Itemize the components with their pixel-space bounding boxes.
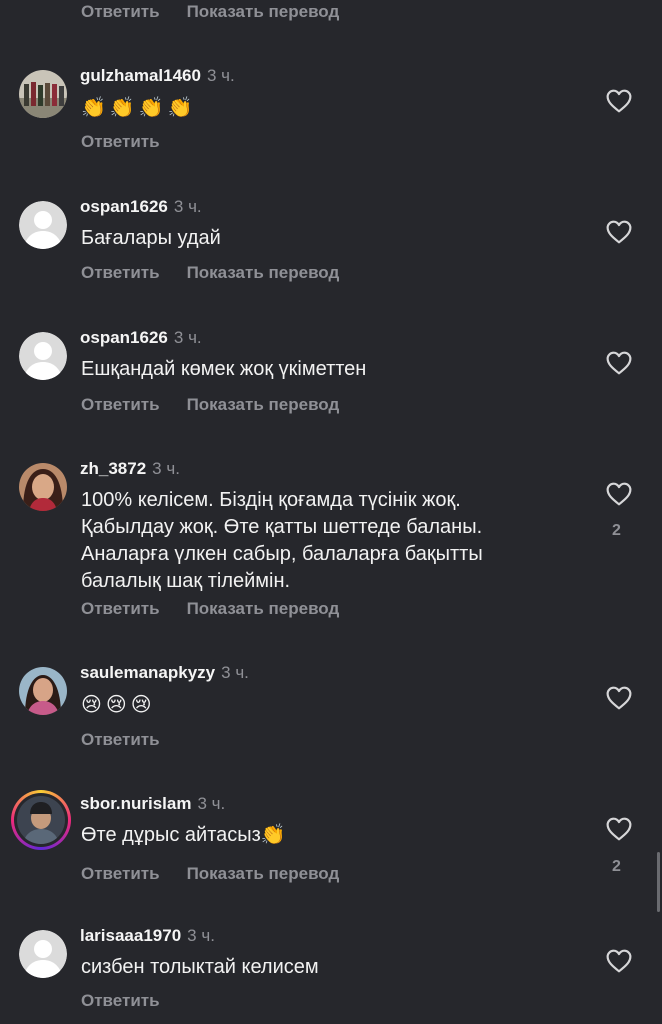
username[interactable]: saulemanapkyzy [80, 663, 215, 682]
comment-text: 😢😢😢 [81, 692, 156, 716]
comment-text: Бағалары удай [81, 227, 221, 249]
timestamp: 3 ч. [206, 66, 235, 85]
comment-header: ospan1626 3 ч. [80, 328, 202, 348]
show-translation-button[interactable]: Показать перевод [187, 2, 340, 22]
heart-outline-icon[interactable] [606, 220, 632, 244]
comment-header: gulzhamal1460 3 ч. [80, 66, 235, 86]
username[interactable]: larisaaa1970 [80, 926, 181, 945]
comment-text: 👏👏👏👏 [81, 95, 197, 119]
like-count: 2 [612, 858, 621, 875]
reply-button[interactable]: Ответить [81, 2, 160, 22]
comment-actions: Ответить Показать перевод [81, 599, 339, 619]
show-translation-button[interactable]: Показать перевод [187, 263, 340, 283]
comment-actions: Ответить [81, 991, 187, 1011]
heart-outline-icon[interactable] [606, 89, 632, 113]
timestamp: 3 ч. [152, 459, 180, 478]
story-ring-avatar[interactable] [11, 790, 71, 850]
comment-header: sbor.nurislam 3 ч. [80, 794, 225, 814]
comment-text: 100% келісем. Біздің қоғамда түсінік жоқ… [81, 489, 483, 592]
timestamp: 3 ч. [221, 663, 249, 682]
comment-text: Ешқандай көмек жоқ үкіметтен [81, 358, 367, 380]
comment-actions-top: Ответить Показать перевод [81, 2, 339, 22]
comment-actions: Ответить [81, 730, 187, 750]
reply-button[interactable]: Ответить [81, 599, 160, 619]
user-avatar[interactable] [19, 70, 67, 118]
comment-header: saulemanapkyzy 3 ч. [80, 663, 249, 683]
comment-text: сизбен толыктай келисем [81, 956, 319, 978]
heart-outline-icon[interactable] [606, 482, 632, 506]
comment-text: Өте дұрыс айтасыз👏 [81, 824, 286, 846]
username[interactable]: gulzhamal1460 [80, 66, 201, 85]
timestamp: 3 ч. [197, 794, 226, 813]
default-avatar-icon[interactable] [19, 332, 67, 380]
comment-actions: Ответить [81, 132, 187, 152]
comment-header: larisaaa1970 3 ч. [80, 926, 215, 946]
username[interactable]: sbor.nurislam [80, 794, 191, 813]
show-translation-button[interactable]: Показать перевод [187, 864, 340, 884]
username[interactable]: zh_3872 [80, 459, 146, 478]
reply-button[interactable]: Ответить [81, 395, 160, 415]
timestamp: 3 ч. [173, 328, 202, 347]
comment-actions: Ответить Показать перевод [81, 263, 339, 283]
heart-outline-icon[interactable] [606, 686, 632, 710]
timestamp: 3 ч. [173, 197, 202, 216]
like-count: 2 [612, 522, 621, 539]
scrollbar[interactable] [657, 852, 660, 912]
comment-header: ospan1626 3 ч. [80, 197, 202, 217]
reply-button[interactable]: Ответить [81, 991, 160, 1011]
heart-outline-icon[interactable] [606, 817, 632, 841]
comment-actions: Ответить Показать перевод [81, 395, 339, 415]
username[interactable]: ospan1626 [80, 328, 168, 347]
show-translation-button[interactable]: Показать перевод [187, 599, 340, 619]
show-translation-button[interactable]: Показать перевод [187, 395, 340, 415]
reply-button[interactable]: Ответить [81, 263, 160, 283]
username[interactable]: ospan1626 [80, 197, 168, 216]
reply-button[interactable]: Ответить [81, 132, 160, 152]
user-avatar[interactable] [19, 463, 67, 511]
default-avatar-icon[interactable] [19, 930, 67, 978]
comment-header: zh_3872 3 ч. [80, 459, 180, 479]
user-avatar [17, 796, 65, 844]
reply-button[interactable]: Ответить [81, 730, 160, 750]
default-avatar-icon[interactable] [19, 201, 67, 249]
user-avatar[interactable] [19, 667, 67, 715]
reply-button[interactable]: Ответить [81, 864, 160, 884]
timestamp: 3 ч. [187, 926, 215, 945]
heart-outline-icon[interactable] [606, 351, 632, 375]
heart-outline-icon[interactable] [606, 949, 632, 973]
comment-actions: Ответить Показать перевод [81, 864, 339, 884]
